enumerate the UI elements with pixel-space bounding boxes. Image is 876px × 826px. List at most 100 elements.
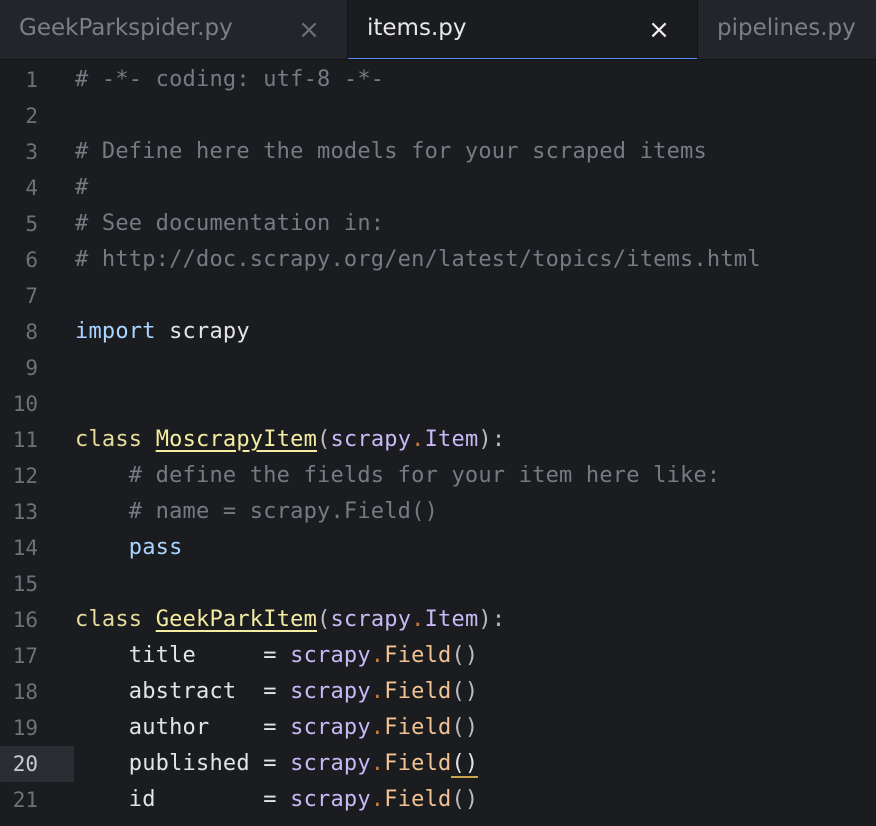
code-line[interactable]: 17 title = scrapy.Field() bbox=[0, 638, 876, 674]
close-icon[interactable]: × bbox=[645, 12, 673, 48]
code-token-punct: () bbox=[451, 787, 479, 812]
code-text: published = scrapy.Field() bbox=[75, 746, 479, 782]
code-token-plain: id = bbox=[75, 787, 291, 812]
code-token-keyword: pass bbox=[128, 535, 183, 560]
code-line[interactable]: 15 bbox=[0, 566, 876, 602]
code-token-method: Field bbox=[384, 787, 452, 812]
code-text: class GeekParkItem(scrapy.Item): bbox=[75, 602, 505, 638]
code-token-module: Item bbox=[424, 607, 479, 632]
code-editor[interactable]: 1 # -*- coding: utf-8 -*- 2 3 # Define here … bbox=[0, 62, 876, 826]
code-line[interactable]: 14 pass bbox=[0, 530, 876, 566]
code-token-punct: ( bbox=[317, 427, 331, 452]
tab-items[interactable]: items.py × bbox=[348, 0, 698, 59]
line-number: 9 bbox=[25, 356, 38, 380]
code-line[interactable]: 7 bbox=[0, 278, 876, 314]
code-token-dot: . bbox=[370, 787, 385, 812]
line-number: 3 bbox=[25, 140, 38, 164]
close-icon[interactable]: × bbox=[295, 12, 323, 48]
line-number: 15 bbox=[12, 572, 38, 596]
code-line[interactable]: 19 author = scrapy.Field() bbox=[0, 710, 876, 746]
code-text: # bbox=[75, 170, 88, 206]
line-number: 13 bbox=[12, 500, 38, 524]
code-line[interactable]: 13 # name = scrapy.Field() bbox=[0, 494, 876, 530]
line-number: 2 bbox=[25, 104, 38, 128]
code-line[interactable]: 20 published = scrapy.Field() bbox=[0, 746, 876, 782]
code-token-dot: . bbox=[370, 751, 385, 776]
code-line[interactable]: 3 # Define here the models for your scrap… bbox=[0, 134, 876, 170]
line-number: 1 bbox=[25, 68, 38, 92]
line-number: 18 bbox=[12, 680, 38, 704]
tab-geekparkspider[interactable]: GeekParkspider.py × bbox=[0, 0, 348, 59]
code-line[interactable]: 12 # define the fields for your item her… bbox=[0, 458, 876, 494]
code-line[interactable]: 4 # bbox=[0, 170, 876, 206]
code-text: class MoscrapyItem(scrapy.Item): bbox=[75, 422, 505, 458]
line-number: 20 bbox=[0, 746, 74, 782]
code-token-plain: title = bbox=[75, 643, 291, 668]
code-token-comment: # http://doc.scrapy.org/en/latest/topics… bbox=[75, 247, 761, 272]
code-token-module: scrapy bbox=[290, 751, 371, 776]
line-number: 21 bbox=[12, 788, 38, 812]
code-token-punct: ): bbox=[478, 427, 506, 452]
code-token-dot: . bbox=[411, 607, 425, 632]
code-line[interactable]: 9 bbox=[0, 350, 876, 386]
code-token-comment: # -*- coding: utf-8 -*- bbox=[75, 67, 385, 92]
code-token-module: scrapy bbox=[330, 607, 412, 632]
line-number: 10 bbox=[12, 392, 38, 416]
line-number: 4 bbox=[25, 176, 38, 200]
code-line[interactable]: 21 id = scrapy.Field() bbox=[0, 782, 876, 818]
code-token-punct: () bbox=[451, 643, 479, 668]
code-token-class: MoscrapyItem bbox=[155, 427, 318, 452]
line-number: 17 bbox=[12, 644, 38, 668]
code-token-comment: # name = scrapy.Field() bbox=[128, 499, 439, 524]
code-line[interactable]: 18 abstract = scrapy.Field() bbox=[0, 674, 876, 710]
line-number: 7 bbox=[25, 284, 38, 308]
code-token-keyword: import bbox=[75, 319, 156, 344]
code-token-dot: . bbox=[370, 715, 385, 740]
code-line[interactable]: 1 # -*- coding: utf-8 -*- bbox=[0, 62, 876, 98]
code-line[interactable]: 8 import scrapy bbox=[0, 314, 876, 350]
code-line[interactable]: 11 class MoscrapyItem(scrapy.Item): bbox=[0, 422, 876, 458]
code-token-plain: author = bbox=[75, 715, 291, 740]
code-token-module: scrapy bbox=[290, 643, 371, 668]
code-line[interactable]: 6 # http://doc.scrapy.org/en/latest/topic… bbox=[0, 242, 876, 278]
line-number: 16 bbox=[12, 608, 38, 632]
code-text: # define the fields for your item here l… bbox=[75, 458, 720, 494]
code-line[interactable]: 10 bbox=[0, 386, 876, 422]
line-number: 8 bbox=[25, 320, 38, 344]
code-token-comment: # See documentation in: bbox=[75, 211, 385, 236]
code-token-dot: . bbox=[411, 427, 425, 452]
code-text: # -*- coding: utf-8 -*- bbox=[75, 62, 384, 98]
code-text: abstract = scrapy.Field() bbox=[75, 674, 478, 710]
line-number: 5 bbox=[25, 212, 38, 236]
code-token-class: GeekParkItem bbox=[155, 607, 318, 632]
code-token-punct: () bbox=[451, 679, 479, 704]
code-line[interactable]: 5 # See documentation in: bbox=[0, 206, 876, 242]
code-token-plain: scrapy bbox=[155, 319, 250, 344]
code-text: id = scrapy.Field() bbox=[75, 782, 478, 818]
code-token-method: Field bbox=[384, 643, 452, 668]
code-line[interactable]: 2 bbox=[0, 98, 876, 134]
code-token-dot: . bbox=[370, 679, 385, 704]
line-number: 11 bbox=[12, 428, 38, 452]
code-token-comment: # Define here the models for your scrape… bbox=[75, 139, 707, 164]
code-token-class-kw: class bbox=[75, 607, 143, 632]
code-token-method: Field bbox=[384, 679, 452, 704]
code-token-punct: () bbox=[451, 715, 479, 740]
tab-pipelines[interactable]: pipelines.py bbox=[698, 0, 876, 59]
code-token-punct: ( bbox=[317, 607, 331, 632]
code-token-module: scrapy bbox=[290, 679, 371, 704]
code-token-method: Field bbox=[384, 751, 452, 776]
code-text: import scrapy bbox=[75, 314, 250, 350]
code-line[interactable]: 16 class GeekParkItem(scrapy.Item): bbox=[0, 602, 876, 638]
code-text: pass bbox=[75, 530, 183, 566]
code-token-comment: # define the fields for your item here l… bbox=[128, 463, 721, 488]
code-token-plain: abstract = bbox=[75, 679, 291, 704]
code-text: # http://doc.scrapy.org/en/latest/topics… bbox=[75, 242, 761, 278]
tab-bar: GeekParkspider.py × items.py × pipelines… bbox=[0, 0, 876, 60]
code-text: # Define here the models for your scrape… bbox=[75, 134, 707, 170]
code-token-plain: published = bbox=[75, 751, 291, 776]
tab-label: pipelines.py bbox=[717, 15, 856, 41]
